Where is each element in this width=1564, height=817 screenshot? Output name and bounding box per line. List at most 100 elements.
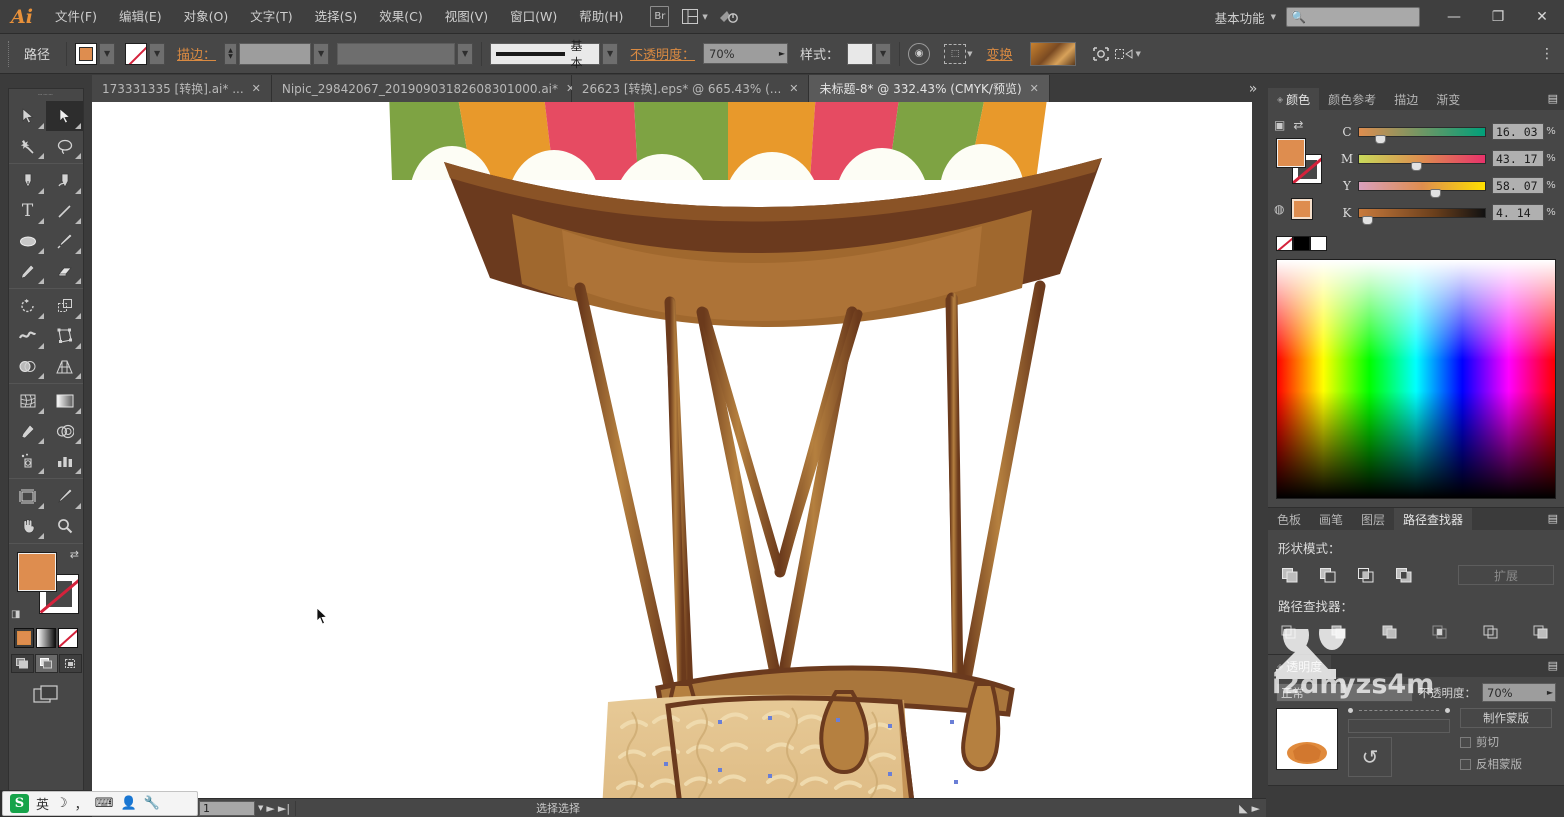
free-transform-tool[interactable] (46, 321, 83, 351)
selection-tool[interactable] (9, 101, 46, 131)
document-tab[interactable]: 26623 [转换].eps* @ 665.43% (... ✕ (571, 75, 810, 102)
eraser-tool[interactable] (46, 256, 83, 286)
slider-track[interactable] (1358, 180, 1486, 198)
color-spectrum-ramp[interactable] (1276, 259, 1556, 499)
tab-overflow-button[interactable]: » (1240, 75, 1266, 102)
hand-tool[interactable] (9, 511, 46, 541)
opacity-dropdown-icon[interactable]: ► (779, 49, 785, 58)
opacity-appearance-icon[interactable]: ◉ (908, 42, 931, 65)
canvas-area[interactable] (92, 102, 1252, 800)
ellipse-tool[interactable] (9, 226, 46, 256)
document-tab[interactable]: 173331335 [转换].ai* ... ✕ (92, 75, 272, 102)
slider-k[interactable]: K 4. 14 % (1336, 199, 1558, 226)
keyboard-icon[interactable]: ⌨ (95, 796, 114, 811)
opacity-field[interactable]: 70% ► (1482, 683, 1556, 702)
invert-mask-checkbox[interactable] (1460, 758, 1471, 770)
slider-knob[interactable] (1429, 188, 1441, 198)
resize-grip-icon[interactable]: ◣ (1239, 802, 1247, 815)
search-box[interactable]: 🔍 (1286, 7, 1420, 27)
menu-window[interactable]: 窗口(W) (499, 0, 568, 34)
style-swatch[interactable] (847, 42, 874, 65)
zoom-tool[interactable] (46, 511, 83, 541)
expand-button[interactable]: 扩展 (1458, 565, 1554, 585)
punctuation-icon[interactable]: ， (75, 794, 88, 813)
isolate-selected-icon[interactable] (1090, 43, 1112, 65)
tab-pathfinder[interactable]: 路径查找器 (1394, 508, 1473, 530)
next-artboard-icon[interactable]: ► (266, 802, 274, 815)
slider-knob[interactable] (1375, 134, 1387, 144)
gradient-mode-button[interactable] (36, 628, 56, 648)
arrange-documents-button[interactable]: ▼ (679, 6, 708, 28)
tab-brushes[interactable]: 画笔 (1310, 508, 1352, 530)
user-icon[interactable]: 👤 (120, 796, 136, 811)
slider-c[interactable]: C 16. 03 % (1336, 118, 1558, 145)
workspace-switcher[interactable]: 基本功能 ▼ (1205, 8, 1286, 27)
opacity-dropdown-icon[interactable]: ► (1547, 688, 1553, 697)
menu-object[interactable]: 对象(O) (173, 0, 240, 34)
tab-color[interactable]: ◈ 颜色 (1268, 88, 1320, 110)
stroke-weight-label[interactable]: 描边： (177, 44, 216, 63)
stroke-profile-field[interactable] (337, 42, 456, 65)
shape-builder-tool[interactable] (9, 351, 46, 381)
toolbar-grip[interactable]: ┄┄┄ (9, 89, 83, 101)
paintbrush-tool[interactable] (46, 226, 83, 256)
intersect-icon[interactable] (1354, 564, 1378, 586)
symbol-sprayer-tool[interactable] (9, 446, 46, 476)
type-tool[interactable]: T (9, 196, 46, 226)
current-color-preview[interactable] (1291, 198, 1314, 220)
transform-label[interactable]: 变换 (986, 44, 1012, 63)
slider-track[interactable] (1358, 153, 1486, 171)
fill-control[interactable]: ▼ (75, 42, 116, 65)
swatch-none-icon[interactable] (1276, 236, 1293, 251)
minimize-button[interactable]: — (1432, 0, 1476, 34)
align-control[interactable]: ▼ (1112, 43, 1141, 65)
artwork-hot-air-balloon[interactable] (92, 102, 1252, 800)
document-tab-active[interactable]: 未标题-8* @ 332.43% (CMYK/预览) ✕ (809, 75, 1050, 102)
merge-icon[interactable] (1379, 622, 1403, 644)
menu-edit[interactable]: 编辑(E) (108, 0, 173, 34)
draw-normal-button[interactable] (10, 654, 34, 673)
ime-toolbar[interactable]: S 英 ☽ ， ⌨ 👤 🔧 (2, 791, 198, 816)
swap-fill-stroke-icon[interactable]: ⇄ (70, 548, 79, 561)
scroll-right-icon[interactable]: ► (1252, 802, 1260, 815)
last-artboard-icon[interactable]: ►| (278, 802, 290, 815)
trim-icon[interactable] (1328, 622, 1352, 644)
draw-inside-button[interactable] (58, 654, 82, 673)
slider-knob[interactable] (1361, 215, 1373, 225)
mask-bar[interactable] (1348, 719, 1450, 733)
stroke-swatch-none-icon[interactable] (125, 42, 148, 65)
default-fill-stroke-icon[interactable]: ◨ (11, 609, 20, 620)
screen-mode-button[interactable] (9, 685, 83, 705)
width-tool[interactable] (9, 321, 46, 351)
ime-mode-label[interactable]: 英 (36, 794, 49, 813)
curvature-tool[interactable] (46, 166, 83, 196)
outline-icon[interactable] (1480, 622, 1504, 644)
maximize-button[interactable]: ❐ (1476, 0, 1520, 34)
control-bar-grip[interactable] (8, 40, 18, 67)
column-graph-tool[interactable] (46, 446, 83, 476)
menu-help[interactable]: 帮助(H) (568, 0, 634, 34)
slider-y[interactable]: Y 58. 07 % (1336, 172, 1558, 199)
brush-definition-dropdown[interactable]: ▼ (602, 42, 619, 65)
tab-gradient[interactable]: 渐变 (1427, 88, 1469, 110)
fill-dropdown-button[interactable]: ▼ (99, 42, 116, 65)
tab-layers[interactable]: 图层 (1352, 508, 1394, 530)
menu-type[interactable]: 文字(T) (239, 0, 303, 34)
close-icon[interactable]: ✕ (789, 82, 798, 95)
swatch-black[interactable] (1293, 236, 1310, 251)
close-button[interactable]: ✕ (1520, 0, 1564, 34)
status-bar-resize[interactable]: ◣ ► (1239, 802, 1266, 815)
rotate-tool[interactable] (9, 291, 46, 321)
minus-front-icon[interactable] (1316, 564, 1340, 586)
tab-swatches[interactable]: 色板 (1268, 508, 1310, 530)
artboard-number-field[interactable]: 1 (199, 800, 256, 816)
slider-value[interactable]: 16. 03 (1492, 123, 1544, 140)
slider-value[interactable]: 58. 07 (1492, 177, 1544, 194)
slider-knob[interactable] (1410, 161, 1422, 171)
panel-menu-icon[interactable]: ▤ (1548, 512, 1558, 525)
swatch-white[interactable] (1310, 236, 1327, 251)
swap-fill-stroke-icon[interactable]: ⇄ (1293, 118, 1303, 132)
chevron-down-icon[interactable]: ▼ (258, 804, 263, 812)
opacity-field[interactable]: 70% ► (703, 43, 789, 64)
clip-checkbox[interactable] (1460, 736, 1471, 748)
